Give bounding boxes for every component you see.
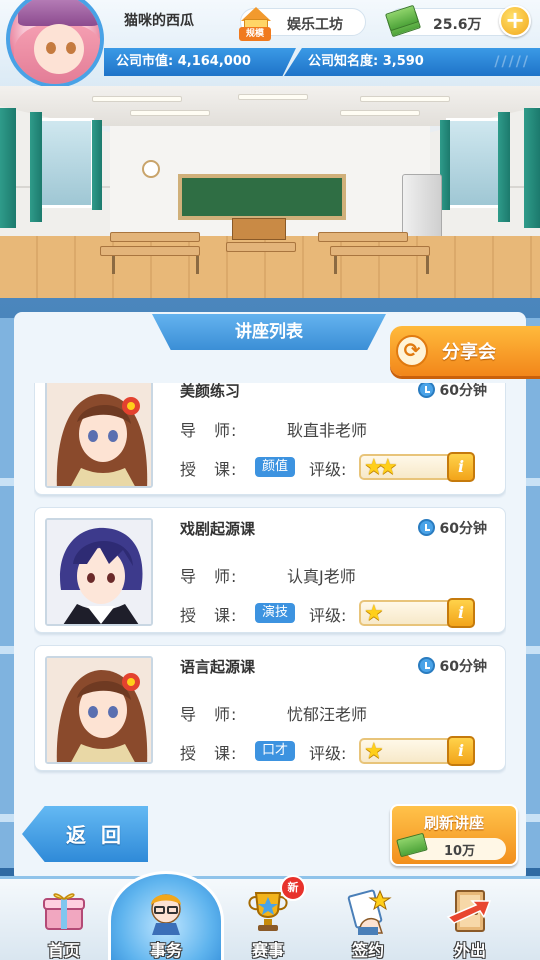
rating-label: 评级:	[309, 460, 347, 479]
lecture-card[interactable]: 美颜练习 60分钟 导 师: 耿直非老师 授 课: 颜值 评级: ★ ★ i	[34, 383, 506, 495]
door-exit-icon	[446, 890, 492, 932]
teacher-name: 耿直非老师	[287, 421, 368, 440]
lecture-list[interactable]: 美颜练习 60分钟 导 师: 耿直非老师 授 课: 颜值 评级: ★ ★ i 戏…	[34, 383, 506, 791]
teacher-label: 导 师:	[180, 421, 238, 440]
bottom-nav: 首页 事务 赛事 新 签约 外出	[0, 871, 540, 960]
reputation-label: 公司知名度: 3,590	[308, 54, 424, 69]
refresh-lectures-button[interactable]: 刷新讲座 10万	[390, 804, 518, 866]
teacher-name: 认真J老师	[287, 567, 356, 586]
nav-label: 赛事	[251, 941, 284, 960]
classroom-scene	[0, 86, 540, 298]
teacher-label: 导 师:	[180, 567, 238, 586]
rating-bar: ★ ★ i	[359, 452, 475, 482]
panel-title-tab: 讲座列表	[152, 314, 386, 350]
studio-name: 娱乐工坊	[287, 17, 343, 33]
nav-label: 签约	[351, 941, 384, 960]
alarm-clock-icon	[417, 519, 435, 536]
nav-label: 事务	[149, 941, 182, 960]
skill-label: 授 课:	[180, 744, 238, 763]
share-label: 分享会	[442, 342, 496, 363]
money-value: 25.6万	[433, 17, 482, 33]
star-icon: ★	[378, 455, 398, 480]
market-value-bar: 公司市值: 4,164,000	[104, 48, 296, 76]
contract-hand-icon	[347, 889, 392, 935]
alarm-clock-icon	[417, 657, 435, 674]
rating-label: 评级:	[309, 606, 347, 625]
purple-hair-boy-portrait	[45, 518, 153, 626]
nav-outing[interactable]: 外出	[420, 879, 520, 960]
lecture-card[interactable]: 戏剧起源课 60分钟 导 师: 认真J老师 授 课: 演技 评级: ★ i	[34, 507, 506, 633]
info-button[interactable]: i	[447, 598, 475, 628]
game-screen: 猫咪的西瓜 规模 娱乐工坊 25.6万 + 公司市值: 4,164,000 公司…	[0, 0, 540, 960]
duration: 60分钟	[417, 383, 487, 400]
nav-home[interactable]: 首页	[14, 879, 114, 960]
lecture-card[interactable]: 语言起源课 60分钟 导 师: 忧郁汪老师 授 课: 口才 评级: ★ i	[34, 645, 506, 771]
right-window	[446, 118, 504, 208]
cash-stack-icon	[383, 4, 422, 38]
refresh-label: 刷新讲座	[423, 814, 484, 832]
teacher-label: 导 师:	[180, 705, 238, 724]
refresh-cycle-icon: ⟳	[396, 335, 428, 367]
brown-hair-girl-portrait	[45, 656, 153, 764]
studio-house-icon: 规模	[239, 5, 273, 41]
refresh-cost-value: 10万	[444, 844, 476, 859]
studio-info[interactable]: 规模 娱乐工坊	[239, 7, 366, 41]
market-value-label: 公司市值: 4,164,000	[116, 54, 251, 69]
skill-label: 授 课:	[180, 606, 238, 625]
back-label: 返 回	[66, 823, 125, 847]
brown-hair-girl-portrait	[45, 383, 153, 488]
rating-label: 评级:	[309, 744, 347, 763]
skill-badge: 颜值	[255, 457, 295, 477]
info-button[interactable]: i	[447, 452, 475, 482]
teacher-name: 忧郁汪老师	[287, 705, 368, 724]
nav-business[interactable]: 事务	[116, 879, 216, 960]
add-money-button[interactable]: +	[499, 5, 531, 37]
home-gift-icon	[43, 893, 85, 930]
rating-bar: ★ i	[359, 736, 475, 766]
player-name: 猫咪的西瓜	[124, 13, 194, 29]
teacher-podium	[232, 218, 286, 240]
wall-clock-icon	[142, 160, 160, 178]
duration: 60分钟	[417, 656, 487, 676]
avatar	[6, 0, 104, 88]
skill-badge: 演技	[255, 603, 295, 623]
refresh-cost: 10万	[396, 832, 506, 860]
alarm-clock-icon	[417, 383, 435, 398]
nav-label: 外出	[453, 941, 486, 960]
money-display: 25.6万 +	[384, 4, 531, 38]
right-frame	[526, 318, 540, 868]
left-frame	[0, 318, 14, 868]
nav-label: 首页	[47, 941, 80, 960]
stripe-decoration: /////	[494, 54, 530, 70]
studio-scale-badge: 规模	[239, 27, 271, 41]
course-title: 语言起源课	[180, 658, 256, 676]
business-avatar-icon	[151, 894, 181, 935]
rating-bar: ★ i	[359, 598, 475, 628]
course-title: 美颜练习	[180, 383, 241, 400]
back-button[interactable]: 返 回	[22, 806, 148, 862]
cash-icon	[396, 832, 428, 858]
skill-label: 授 课:	[180, 460, 238, 479]
top-status-bar: 猫咪的西瓜 规模 娱乐工坊 25.6万 + 公司市值: 4,164,000 公司…	[0, 0, 540, 88]
nav-contract[interactable]: 签约	[318, 879, 418, 960]
blackboard	[178, 174, 346, 220]
share-session-button[interactable]: ⟳ 分享会	[390, 326, 540, 376]
info-button[interactable]: i	[447, 736, 475, 766]
lecture-panel-area: 讲座列表 ⟳ 分享会 美颜练习 60分钟 导 师: 耿直非老师 授 课: 颜值 …	[0, 298, 540, 882]
left-window	[36, 118, 94, 208]
new-badge: 新	[280, 875, 306, 901]
panel-title: 讲座列表	[235, 322, 303, 342]
duration: 60分钟	[417, 518, 487, 538]
reputation-bar: 公司知名度: 3,590 /////	[284, 48, 540, 76]
player-avatar-button[interactable]	[2, 0, 110, 88]
star-icon: ★	[364, 601, 384, 626]
skill-badge: 口才	[255, 741, 295, 761]
star-icon: ★	[364, 739, 384, 764]
course-title: 戏剧起源课	[180, 520, 256, 538]
